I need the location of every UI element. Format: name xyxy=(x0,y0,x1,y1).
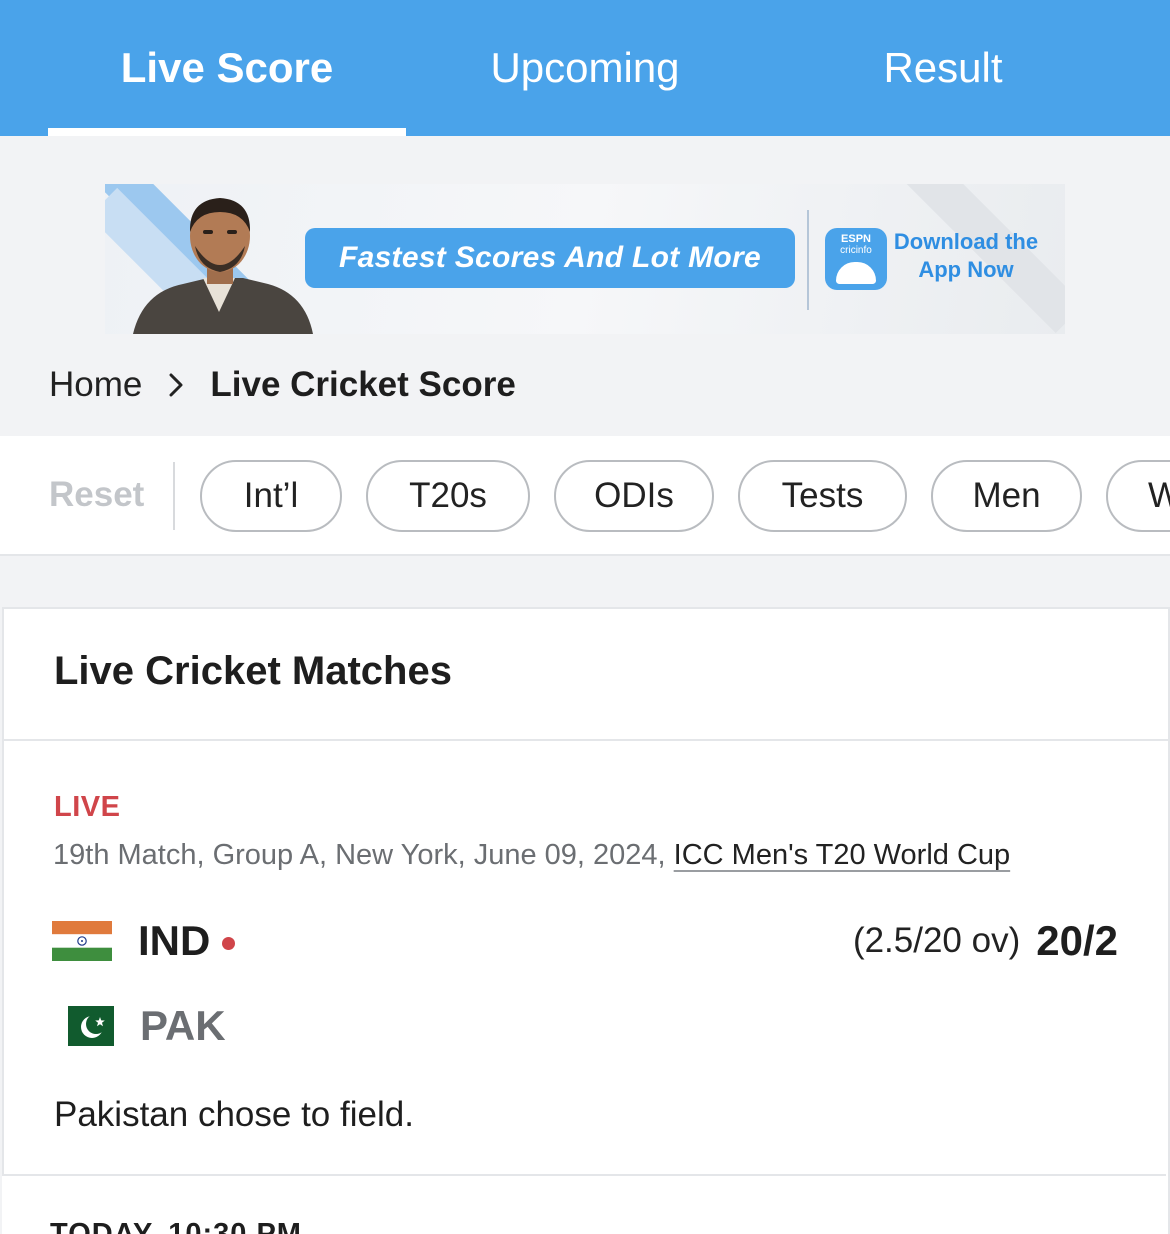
series-link[interactable]: ICC Men's T20 World Cup xyxy=(674,839,1010,871)
section-title: Live Cricket Matches xyxy=(54,649,452,693)
banner-headline: Fastest Scores And Lot More xyxy=(305,228,795,288)
filter-chip-tests[interactable]: Tests xyxy=(738,460,907,532)
team-code: PAK xyxy=(140,1002,226,1049)
banner-cta[interactable]: Download the App Now xyxy=(891,228,1041,284)
team-row-ind[interactable]: IND xyxy=(52,911,236,971)
tab-live-score[interactable]: Live Score xyxy=(48,0,406,136)
filter-chip-intl[interactable]: Int’l xyxy=(200,460,342,532)
next-match-time: TODAY, 10:30 PM xyxy=(50,1218,302,1234)
active-tab-indicator xyxy=(48,128,406,136)
match-details: 19th Match, Group A, New York, June 09, … xyxy=(53,839,674,871)
filter-bar: Reset Int’l T20s ODIs Tests Men W xyxy=(0,436,1170,556)
card-header: Live Cricket Matches xyxy=(4,609,1168,741)
breadcrumb-home-link[interactable]: Home xyxy=(49,365,142,405)
india-flag-icon xyxy=(52,921,112,961)
chevron-right-icon xyxy=(168,372,184,398)
promo-banner[interactable]: Fastest Scores And Lot More ESPN cricinfo… xyxy=(105,184,1065,334)
runs-text: 20/2 xyxy=(1036,917,1118,964)
next-match-card[interactable]: TODAY, 10:30 PM xyxy=(2,1174,1166,1234)
espn-cricinfo-logo-icon: ESPN cricinfo xyxy=(825,228,887,290)
match-meta: 19th Match, Group A, New York, June 09, … xyxy=(53,839,1010,872)
batting-indicator-icon xyxy=(222,936,236,950)
live-matches-card: Live Cricket Matches LIVE 19th Match, Gr… xyxy=(2,607,1170,1234)
live-status-tag: LIVE xyxy=(54,791,121,823)
team1-score: (2.5/20 ov) 20/2 xyxy=(853,911,1118,971)
filter-chip-women[interactable]: W xyxy=(1106,460,1170,532)
filter-chip-men[interactable]: Men xyxy=(931,460,1082,532)
team-row-pak[interactable]: PAK xyxy=(52,996,226,1056)
team-code: IND xyxy=(138,917,211,964)
pakistan-flag-icon xyxy=(68,1006,114,1046)
filter-chip-t20s[interactable]: T20s xyxy=(366,460,530,532)
filter-divider xyxy=(173,462,175,530)
breadcrumb-current: Live Cricket Score xyxy=(210,365,516,404)
reset-filter-button[interactable]: Reset xyxy=(49,436,144,554)
match-status-text: Pakistan chose to field. xyxy=(54,1095,414,1134)
tab-result[interactable]: Result xyxy=(764,0,1122,136)
breadcrumb: Home Live Cricket Score xyxy=(49,360,516,410)
overs-text: (2.5/20 ov) xyxy=(852,921,1021,960)
banner-divider xyxy=(807,210,809,310)
top-tab-bar: Live Score Upcoming Result xyxy=(0,0,1170,136)
tab-upcoming[interactable]: Upcoming xyxy=(406,0,764,136)
banner-person-image xyxy=(133,198,313,334)
banner-cta-line1: Download the xyxy=(893,229,1039,254)
banner-cta-line2: App Now xyxy=(918,257,1014,282)
filter-chip-odis[interactable]: ODIs xyxy=(554,460,714,532)
